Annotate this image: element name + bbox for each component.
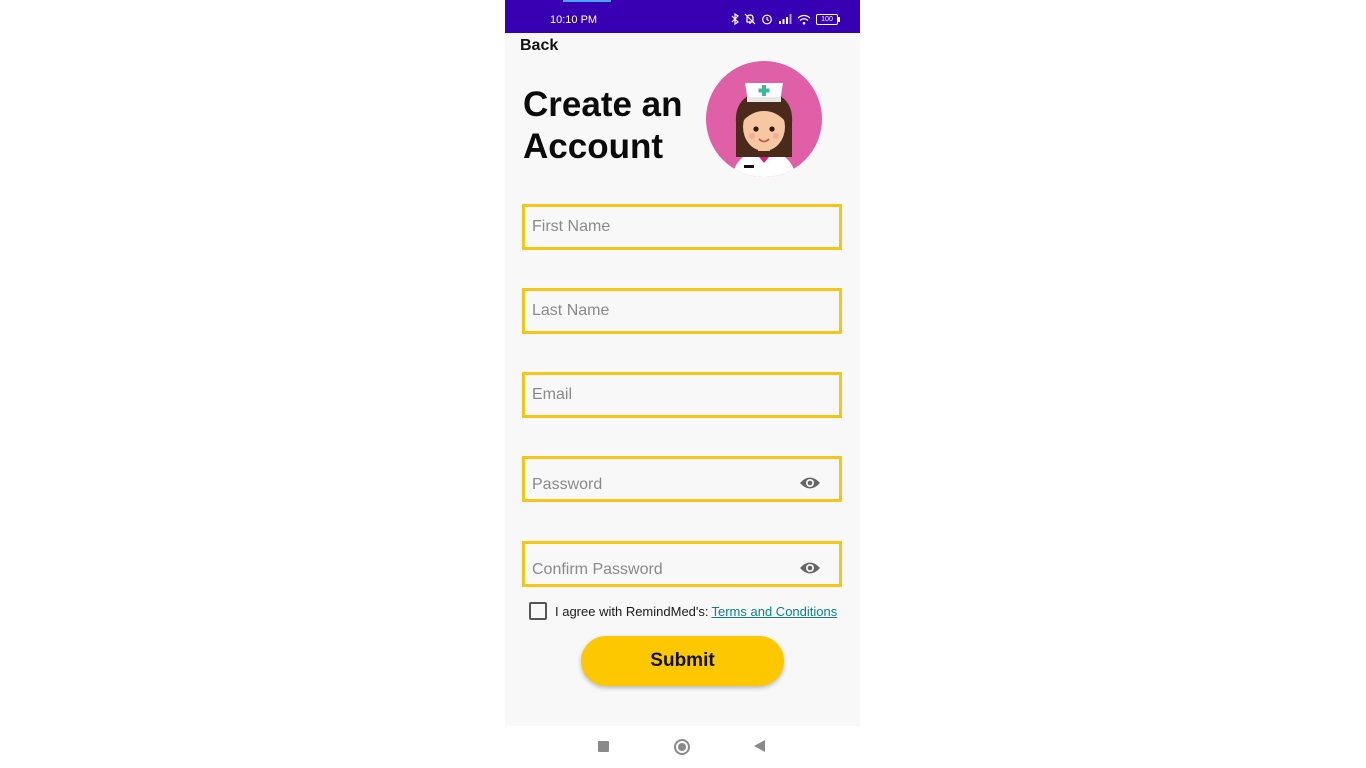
alarm-icon: [762, 14, 772, 25]
back-button[interactable]: Back: [520, 37, 558, 55]
page-title: Create an Account: [523, 84, 683, 168]
terms-link[interactable]: Terms and Conditions: [712, 604, 838, 619]
page-title-line1: Create an: [523, 85, 683, 124]
first-name-input[interactable]: [532, 207, 792, 247]
nurse-avatar-icon: [706, 61, 822, 177]
signal-icon: [779, 14, 792, 24]
back-triangle-icon[interactable]: [754, 740, 765, 752]
last-name-input[interactable]: [532, 291, 792, 331]
notifications-off-icon: [744, 13, 756, 25]
status-bar: 10:10 PM 100: [505, 0, 860, 33]
system-nav-bar: [505, 726, 860, 768]
confirm-password-field[interactable]: [522, 541, 842, 590]
eye-icon[interactable]: [799, 475, 821, 491]
email-field[interactable]: [522, 372, 842, 418]
password-input[interactable]: [532, 465, 792, 505]
submit-button[interactable]: Submit: [581, 636, 784, 686]
confirm-password-input[interactable]: [532, 550, 792, 590]
last-name-field[interactable]: [522, 288, 842, 334]
eye-icon[interactable]: [799, 560, 821, 576]
agree-text: I agree with RemindMed's:: [555, 603, 709, 619]
status-bar-indicator: [563, 0, 611, 2]
terms-agreement-row: I agree with RemindMed's: Terms and Cond…: [529, 602, 837, 620]
battery-icon: 100: [816, 13, 840, 25]
first-name-field[interactable]: [522, 204, 842, 250]
recents-square-icon[interactable]: [598, 741, 609, 752]
home-circle-icon[interactable]: [674, 739, 690, 755]
phone-screen: 10:10 PM 100 Back Create an Account Firs…: [505, 0, 860, 768]
bluetooth-icon: [731, 13, 739, 25]
page-title-line2: Account: [523, 127, 663, 166]
status-time: 10:10 PM: [550, 14, 598, 26]
email-input[interactable]: [532, 375, 792, 415]
wifi-icon: [797, 14, 811, 25]
terms-checkbox[interactable]: [529, 602, 547, 620]
status-icons: 100: [731, 12, 840, 26]
password-field[interactable]: [522, 456, 842, 505]
